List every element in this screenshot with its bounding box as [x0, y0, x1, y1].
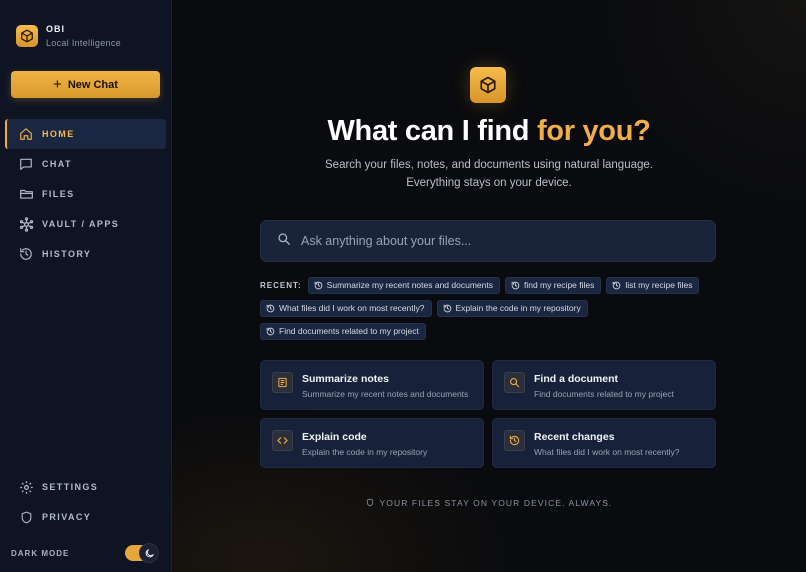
moon-icon: [139, 543, 159, 563]
recent-chip[interactable]: Find documents related to my project: [260, 322, 426, 340]
home-icon: [18, 126, 34, 142]
card-title: Explain code: [302, 431, 367, 443]
gear-icon: [18, 479, 34, 495]
subline-2: Everything stays on your device.: [406, 177, 572, 189]
nav-label-settings: SETTINGS: [42, 482, 99, 492]
notes-icon: [272, 372, 293, 393]
recent-chip[interactable]: Explain the code in my repository: [436, 299, 588, 317]
brand: OBI Local Intelligence: [16, 24, 121, 48]
recent-queries: RECENT: Summarize my recent notes and do…: [260, 276, 720, 345]
footer-text: YOUR FILES STAY ON YOUR DEVICE. ALWAYS.: [379, 498, 613, 508]
recent-label: RECENT:: [260, 280, 302, 290]
card-summarize-notes[interactable]: Summarize notes Summarize my recent note…: [260, 360, 484, 410]
nav-label-history: HISTORY: [42, 249, 92, 259]
history-icon: [266, 327, 275, 335]
nav-label-privacy: PRIVACY: [42, 512, 92, 522]
brand-subtitle: Local Intelligence: [46, 38, 121, 48]
card-title: Find a document: [534, 373, 618, 385]
nav-label-files: FILES: [42, 189, 75, 199]
nav-item-files[interactable]: FILES: [5, 179, 166, 209]
nav-item-home[interactable]: HOME: [5, 119, 166, 149]
card-recent-changes[interactable]: Recent changes What files did I work on …: [492, 418, 716, 468]
main-panel: What can I find for you? Search your fil…: [172, 0, 806, 572]
recent-chip[interactable]: list my recipe files: [606, 276, 700, 294]
card-find-document[interactable]: Find a document Find documents related t…: [492, 360, 716, 410]
recent-chip[interactable]: Summarize my recent notes and documents: [307, 276, 500, 294]
recent-chip-label: Explain the code in my repository: [455, 303, 581, 313]
nav-item-settings[interactable]: SETTINGS: [5, 472, 166, 502]
primary-nav: HOME CHAT FILES VAULT / APPS HISTORY: [5, 119, 166, 269]
new-chat-label: New Chat: [67, 78, 118, 91]
card-description: Explain the code in my repository: [302, 447, 428, 457]
history-icon: [613, 281, 621, 289]
search-input[interactable]: [301, 234, 701, 248]
headline-accent: for you?: [536, 115, 651, 147]
nav-label-home: HOME: [42, 129, 75, 139]
card-explain-code[interactable]: Explain code Explain the code in my repo…: [260, 418, 484, 468]
dark-mode-toggle[interactable]: [125, 543, 159, 563]
subline-1: Search your files, notes, and documents …: [325, 159, 653, 171]
history-icon: [266, 304, 275, 312]
sidebar: OBI Local Intelligence + New Chat HOME C…: [0, 0, 172, 572]
card-description: Find documents related to my project: [534, 389, 674, 399]
app-window: OBI Local Intelligence + New Chat HOME C…: [0, 0, 806, 572]
folder-icon: [18, 186, 34, 202]
nav-label-chat: CHAT: [42, 159, 72, 169]
card-description: What files did I work on most recently?: [534, 447, 680, 457]
recent-chip-label: list my recipe files: [625, 280, 693, 290]
recent-chip-label: find my recipe files: [523, 280, 595, 290]
recent-chip-label: What files did I work on most recently?: [279, 303, 425, 313]
shield-icon: [366, 494, 374, 512]
card-title: Summarize notes: [302, 373, 389, 385]
recent-chip[interactable]: What files did I work on most recently?: [260, 299, 432, 317]
plus-icon: +: [53, 76, 62, 93]
recent-chip-label: Find documents related to my project: [279, 326, 419, 336]
recent-chip-label: Summarize my recent notes and documents: [326, 280, 493, 290]
nav-label-vault-apps: VAULT / APPS: [42, 219, 120, 229]
code-icon: [272, 430, 293, 451]
cube-icon: [470, 67, 506, 103]
search-icon: [277, 232, 291, 251]
brand-name: OBI: [46, 24, 66, 34]
shield-icon: [18, 509, 34, 525]
card-title: Recent changes: [534, 431, 615, 443]
headline-primary: What can I find: [327, 115, 530, 147]
history-icon: [18, 246, 34, 262]
recent-chip[interactable]: find my recipe files: [504, 276, 602, 294]
search-icon: [504, 372, 525, 393]
nav-item-chat[interactable]: CHAT: [5, 149, 166, 179]
nav-item-privacy[interactable]: PRIVACY: [5, 502, 166, 532]
history-icon: [443, 304, 451, 312]
headline: What can I find for you?: [172, 115, 806, 148]
chat-icon: [18, 156, 34, 172]
dark-mode-label: DARK MODE: [11, 548, 70, 558]
nav-item-vault-apps[interactable]: VAULT / APPS: [5, 209, 166, 239]
card-description: Summarize my recent notes and documents: [302, 389, 469, 399]
suggestion-cards: Summarize notes Summarize my recent note…: [260, 360, 716, 476]
apps-icon: [18, 216, 34, 232]
history-icon: [511, 281, 520, 289]
cube-icon: [16, 25, 38, 47]
history-icon: [504, 430, 525, 451]
nav-item-history[interactable]: HISTORY: [5, 239, 166, 269]
search-bar[interactable]: [260, 220, 716, 262]
privacy-footer: YOUR FILES STAY ON YOUR DEVICE. ALWAYS.: [172, 494, 806, 512]
dark-mode-row: DARK MODE: [11, 543, 159, 563]
history-icon: [314, 281, 322, 289]
new-chat-button[interactable]: + New Chat: [11, 71, 160, 98]
secondary-nav: SETTINGS PRIVACY: [5, 472, 166, 532]
